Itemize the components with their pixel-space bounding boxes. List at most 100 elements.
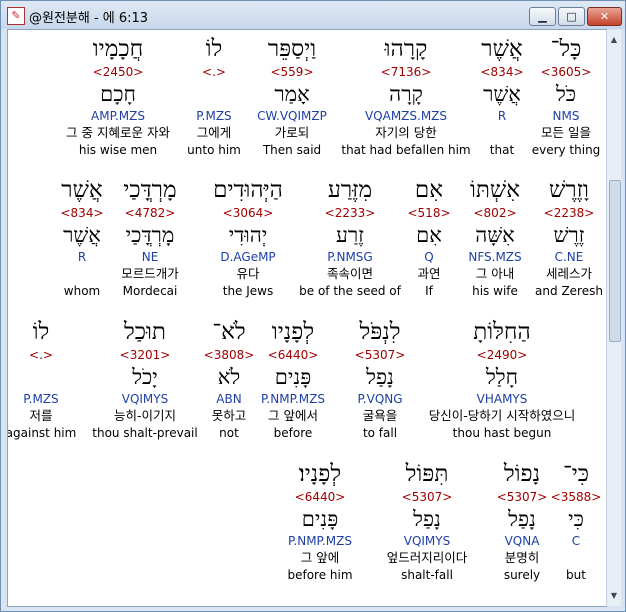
word-column[interactable]: לֹא־ <3808> לֹא ABN 못하고 not (204, 318, 255, 441)
scroll-up-arrow-icon[interactable]: ▲ (608, 33, 620, 47)
hebrew-word: תִּפּוֹל (405, 461, 449, 487)
word-column[interactable]: לוֹ <.> P.MZS 저를 against him (8, 318, 76, 441)
strong-number[interactable]: <6440> (261, 347, 325, 363)
word-column[interactable]: נָפוֹל <5307> נָפַל VQNA 분명히 surely (497, 460, 548, 583)
word-column[interactable]: וָזֶרֶשׁ <2238> זֶרֶשׁ C.NE 세레스가 and Zeresh (535, 176, 603, 299)
korean-gloss: 족속이면 (326, 266, 373, 281)
english-gloss: not (219, 426, 239, 440)
word-column[interactable]: לִנְפֹּל <5307> נָפַל P.VQNG 굴욕을 to fall (355, 318, 406, 441)
strong-number[interactable]: <3201> (92, 347, 197, 363)
korean-gloss: 가로되 (274, 125, 310, 140)
english-gloss: that had befallen him (341, 143, 471, 157)
strong-number[interactable]: <3064> (213, 205, 283, 221)
english-gloss: his wife (472, 284, 518, 298)
minimize-button[interactable]: ▁ (529, 7, 556, 26)
korean-gloss (480, 124, 523, 142)
hebrew-root: אִם (416, 223, 442, 247)
grammar-code: P.NMP.MZS (261, 392, 325, 406)
korean-gloss (551, 549, 602, 567)
korean-gloss: 그 앞에 (300, 550, 340, 565)
strong-number[interactable]: <2450> (66, 64, 170, 80)
strong-number[interactable]: <5307> (497, 489, 548, 505)
title-bar[interactable]: ✎ @원전분해 - 에 6:13 ▁ □ ✕ (1, 1, 625, 29)
scroll-down-arrow-icon[interactable]: ▼ (608, 589, 620, 603)
word-column[interactable]: הַחִלּוֹתָ <2490> חָלַל VHAMYS 당신이-당하기 시작하였으… (429, 318, 576, 441)
strong-number[interactable]: <834> (480, 64, 523, 80)
hebrew-word: קָרָהוּ (384, 36, 428, 62)
hebrew-root: זֶרֶשׁ (553, 223, 585, 247)
hebrew-root: פָּנִים (301, 507, 339, 531)
strong-number[interactable]: <518> (407, 205, 450, 221)
hebrew-root: יְהוּדִי (228, 223, 268, 247)
grammar-code: NMS (552, 109, 580, 123)
grammar-code: R (77, 250, 87, 264)
strong-number[interactable]: <834> (60, 205, 103, 221)
strong-number[interactable]: <.> (8, 347, 76, 363)
hebrew-word: אֲשֶׁר (481, 36, 523, 62)
korean-gloss: 저를 (29, 408, 53, 423)
scroll-thumb[interactable] (609, 180, 621, 342)
english-gloss: to fall (362, 426, 398, 440)
word-column[interactable]: אֲשֶׁר <834> אֲשֶׁר Rthat (480, 35, 523, 158)
word-column[interactable]: לוֹ <.> P.MZS 그에게 unto him (187, 35, 241, 158)
maximize-button[interactable]: □ (558, 7, 585, 26)
grammar-code: P.NMP.MZS (288, 534, 352, 548)
word-column[interactable]: תִּפּוֹל <5307> נָפַל VQIMYS 엎드러지리이다 shalt-fa… (387, 460, 468, 583)
strong-number[interactable]: <5307> (387, 489, 468, 505)
word-column[interactable]: לְפָנָיו <6440> פָּנִים P.NMP.MZS 그 앞에서 befor… (261, 318, 325, 441)
word-column[interactable]: כִּי־ <3588> כִּי Cbut (551, 460, 602, 583)
strong-number[interactable]: <559> (257, 64, 327, 80)
hebrew-word: כִּי־ (562, 461, 590, 487)
word-column[interactable]: מִזֶּרַע <2233> זֶרַע P.NMSG 족속이면 be of the s… (299, 176, 401, 299)
word-column[interactable]: תוּכַל <3201> יָכֹל VQIMYS 능히-이기지 thou shalt-… (92, 318, 197, 441)
hebrew-root: לֹא (217, 365, 241, 389)
strong-number[interactable]: <2233> (299, 205, 401, 221)
strong-number[interactable]: <5307> (355, 347, 406, 363)
hebrew-root: מָרְדֳּכַי (125, 223, 175, 247)
grammar-code: P.MZS (23, 392, 59, 406)
english-gloss: the Jews (222, 284, 274, 298)
word-column[interactable]: כָּל־ <3605> כֹּל NMS 모든 일을 every thing (532, 35, 601, 158)
hebrew-word: לְפָנָיו (271, 319, 315, 345)
word-column[interactable]: אֲשֶׁר <834> אֲשֶׁר Rwhom (60, 176, 103, 299)
hebrew-word: אֲשֶׁר (61, 177, 103, 203)
strong-number[interactable]: <4782> (121, 205, 179, 221)
korean-gloss: 당신이-당하기 시작하였으니 (428, 408, 576, 423)
hebrew-word: תוּכַל (124, 319, 166, 345)
word-column[interactable]: מָרְדֳּכַי <4782> מָרְדֳּכַי NE 모르드개가 Mordeca… (121, 176, 179, 299)
strong-number[interactable]: <3588> (551, 489, 602, 505)
hebrew-root: נָפַל (413, 507, 441, 531)
hebrew-word: מָרְדֳּכַי (123, 177, 177, 203)
english-gloss: surely (503, 568, 541, 582)
hebrew-root: זֶרַע (335, 223, 365, 247)
strong-number[interactable]: <2238> (535, 205, 603, 221)
english-gloss: every thing (531, 143, 601, 157)
korean-gloss: 그 아내 (475, 266, 515, 281)
english-gloss: before him (287, 568, 353, 582)
korean-gloss: 과연 (417, 266, 441, 281)
strong-number[interactable]: <7136> (341, 64, 470, 80)
vertical-scrollbar[interactable]: ▲ ▼ (606, 30, 621, 606)
word-column[interactable]: וַיְסַפֵּר <559> אָמַר CW.VQIMZP 가로되 Then sai… (257, 35, 327, 158)
strong-number[interactable]: <802> (468, 205, 521, 221)
word-column[interactable]: חֲכָמָיו <2450> חָכָם AMP.MZS 그 중 지혜로운 자와 his… (66, 35, 170, 158)
word-column[interactable]: לְפָנָיו׃ <6440> פָּנִים P.NMP.MZS 그 앞에 befor… (287, 460, 352, 583)
word-column[interactable]: אִשְׁתּוֹ <802> אִשָּׁה NFS.MZS 그 아내 his wife (468, 176, 521, 299)
word-column[interactable]: אִם <518> אִם Q 과연 If (407, 176, 450, 299)
bible-app-icon[interactable]: ✎ (7, 7, 25, 25)
strong-number[interactable]: <6440> (287, 489, 352, 505)
hebrew-word: הַיְּהוּדִים (213, 177, 283, 203)
hebrew-root (8, 363, 76, 391)
close-button[interactable]: ✕ (587, 7, 622, 26)
word-column[interactable]: הַיְּהוּדִים <3064> יְהוּדִי D.AGeMP 유다 the J… (213, 176, 283, 299)
strong-number[interactable]: <3808> (204, 347, 255, 363)
strong-number[interactable]: <.> (187, 64, 241, 80)
strong-number[interactable]: <3605> (532, 64, 601, 80)
hebrew-root: חָכָם (100, 82, 136, 106)
strong-number[interactable]: <2490> (429, 347, 576, 363)
hebrew-root: יָכֹל (132, 365, 158, 389)
word-column[interactable]: קָרָהוּ <7136> קָרָה VQAMZS.MZS 자기의 당한 that h… (341, 35, 470, 158)
grammar-code: R (497, 109, 507, 123)
hebrew-root: נָפַל (508, 507, 536, 531)
english-gloss: and Zeresh (535, 284, 603, 298)
